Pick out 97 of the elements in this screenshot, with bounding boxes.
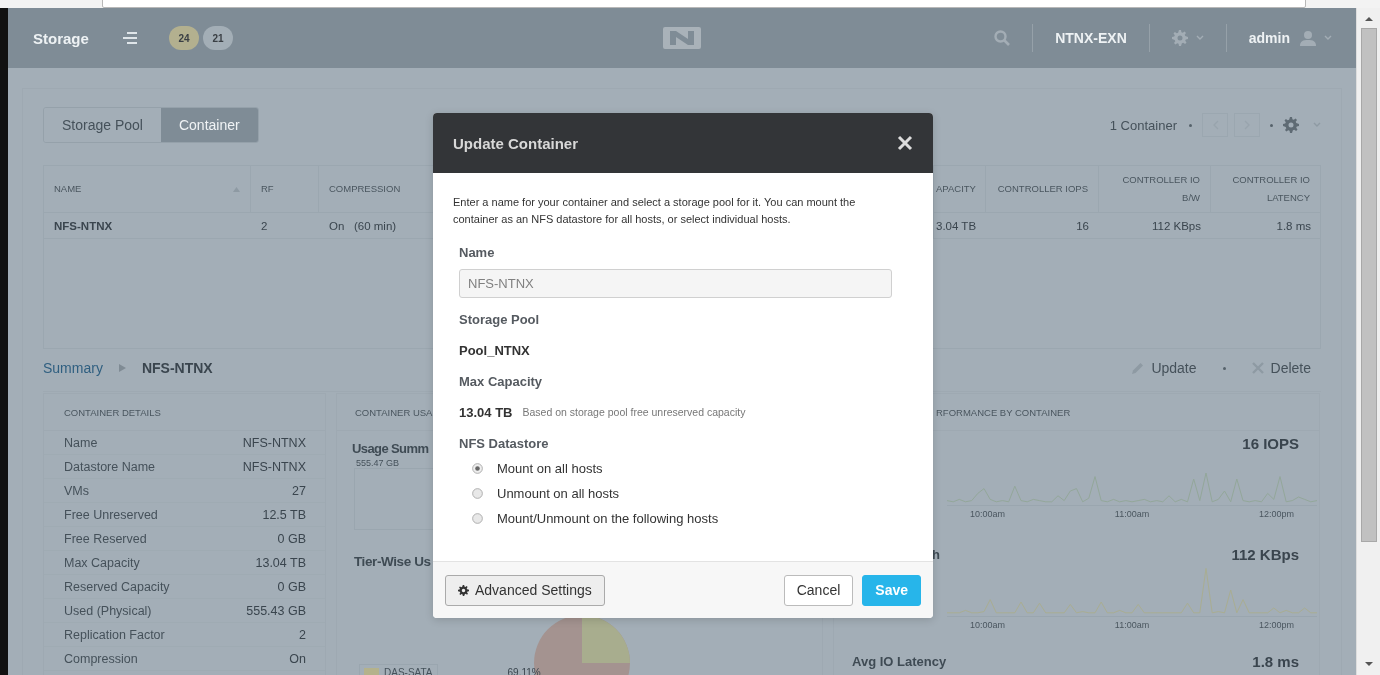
save-button[interactable]: Save bbox=[862, 574, 921, 606]
radio-option[interactable]: Unmount on all hosts bbox=[459, 481, 913, 506]
field-value: Pool_NTNX bbox=[459, 342, 530, 358]
table-cell: 1.8 ms bbox=[1276, 219, 1311, 232]
radio-label: Mount/Unmount on the following hosts bbox=[497, 511, 719, 526]
menu-icon[interactable] bbox=[123, 32, 137, 44]
table-cell: 2 bbox=[261, 219, 268, 232]
detail-label: Used (Physical) bbox=[64, 603, 152, 618]
detail-label: Max Capacity bbox=[64, 555, 140, 570]
column-header[interactable]: RF bbox=[251, 166, 319, 213]
field-label: Max Capacity bbox=[459, 373, 544, 391]
scrollbar-thumb[interactable] bbox=[1360, 28, 1377, 542]
detail-label: VMs bbox=[64, 483, 89, 498]
column-header[interactable]: CONTROLLER IO LATENCY bbox=[1211, 166, 1321, 213]
breadcrumb-current: NFS-NTNX bbox=[141, 360, 213, 376]
metric-label: Avg IO Latency bbox=[852, 653, 947, 669]
metric-label: h bbox=[931, 546, 940, 562]
metric-value: 16 IOPS bbox=[1242, 434, 1299, 452]
view-tab[interactable]: Container bbox=[160, 108, 258, 142]
radio-label: Mount on all hosts bbox=[497, 461, 603, 476]
gear-icon bbox=[1283, 117, 1299, 133]
detail-label: Replication Factor bbox=[64, 627, 165, 642]
radio-label: Unmount on all hosts bbox=[497, 486, 620, 501]
user-icon[interactable] bbox=[1300, 30, 1316, 46]
detail-value: 13.04 TB bbox=[255, 555, 306, 570]
detail-label: Reserved Capacity bbox=[64, 579, 170, 594]
column-header[interactable]: CONTROLLER IOPS bbox=[986, 166, 1099, 213]
update-button[interactable]: Update bbox=[1132, 360, 1197, 376]
radio-option[interactable]: Mount on all hosts bbox=[459, 456, 913, 481]
dialog-title: Update Container bbox=[453, 134, 578, 152]
radio-icon[interactable] bbox=[472, 488, 483, 499]
table-cell: On (60 min) bbox=[329, 219, 397, 232]
axis-tick: 10:00am bbox=[970, 620, 1006, 630]
caret-icon bbox=[1195, 35, 1204, 41]
caret-icon bbox=[1324, 35, 1332, 41]
item-count: 1 Container bbox=[1109, 117, 1177, 133]
axis-tick: 11:00am bbox=[1114, 509, 1150, 519]
tier-heading: Tier-Wise Us bbox=[354, 554, 431, 569]
detail-label: Name bbox=[64, 435, 98, 450]
alert-count[interactable]: 24 bbox=[169, 26, 199, 50]
detail-value: NFS-NTNX bbox=[242, 435, 306, 450]
detail-value: 0 GB bbox=[277, 531, 306, 546]
axis-tick: 12:00pm bbox=[1258, 620, 1294, 630]
table-cell: NFS-NTNX bbox=[54, 219, 113, 232]
axis-tick: 11:00am bbox=[1114, 620, 1150, 630]
detail-value: On bbox=[289, 651, 306, 666]
axis-tick: 12:00pm bbox=[1258, 509, 1294, 519]
detail-value: 0 GB bbox=[277, 579, 306, 594]
detail-label: Free Reserved bbox=[64, 531, 147, 546]
usage-heading: Usage Summ bbox=[351, 440, 429, 456]
dialog-description: Enter a name for your container and select a storage pool for it. You can mount the container as an NFS datastore for all hosts, or select individual hosts. bbox=[453, 195, 857, 227]
column-header[interactable]: NAME bbox=[44, 166, 251, 213]
field-label: Storage Pool bbox=[459, 311, 541, 329]
delete-button[interactable]: Delete bbox=[1251, 360, 1311, 376]
detail-value: 27 bbox=[292, 483, 306, 498]
search-icon[interactable] bbox=[994, 30, 1011, 46]
detail-value: 2 bbox=[299, 627, 306, 642]
detail-label: Datastore Name bbox=[64, 459, 155, 474]
scroll-up-icon[interactable] bbox=[1363, 14, 1374, 24]
table-cell: 112 KBps bbox=[1152, 219, 1201, 232]
logo-icon[interactable] bbox=[663, 27, 701, 49]
alert-count[interactable]: 21 bbox=[203, 26, 233, 50]
scroll-down-icon[interactable] bbox=[1363, 659, 1374, 669]
field-note: Based on storage pool free unreserved capacity bbox=[522, 406, 746, 418]
cluster-name[interactable]: NTNX-EXN bbox=[1055, 30, 1127, 46]
gear-icon bbox=[1171, 30, 1188, 46]
radio-icon[interactable] bbox=[472, 513, 483, 524]
detail-label: Free Unreserved bbox=[64, 507, 158, 522]
field-value: 13.04 TB bbox=[459, 404, 513, 420]
field-label: Name bbox=[459, 244, 496, 262]
gear-icon bbox=[458, 584, 469, 596]
panel-title: RFORMANCE BY CONTAINER bbox=[936, 406, 1071, 418]
table-cell: 3.04 TB bbox=[936, 219, 977, 232]
usage-value: 555.47 GB bbox=[356, 458, 400, 468]
user-name[interactable]: admin bbox=[1248, 30, 1290, 46]
metric-value: 1.8 ms bbox=[1252, 652, 1299, 670]
close-button[interactable] bbox=[897, 135, 913, 151]
field-label: NFS Datastore bbox=[459, 435, 550, 453]
table-cell: 16 bbox=[1076, 219, 1089, 232]
summary-link[interactable]: Summary bbox=[43, 360, 103, 376]
panel-title: CONTAINER USA bbox=[355, 406, 433, 418]
panel-title: CONTAINER DETAILS bbox=[64, 406, 161, 418]
detail-value: 555.43 GB bbox=[246, 603, 306, 618]
column-header[interactable]: APACITY bbox=[934, 166, 986, 213]
detail-value: 12.5 TB bbox=[262, 507, 306, 522]
close-icon bbox=[897, 135, 913, 151]
cancel-button[interactable]: Cancel bbox=[783, 574, 854, 606]
detail-label: Compression bbox=[64, 651, 138, 666]
detail-value: NFS-NTNX bbox=[242, 459, 306, 474]
advanced-settings-button[interactable]: Advanced Settings bbox=[445, 574, 605, 606]
axis-tick: 10:00am bbox=[970, 509, 1006, 519]
page-title: Storage bbox=[33, 29, 90, 47]
triangle-right-icon bbox=[118, 364, 126, 372]
radio-icon[interactable] bbox=[472, 463, 483, 474]
column-header[interactable]: CONTROLLER IO B/W bbox=[1099, 166, 1211, 213]
metric-value: 112 KBps bbox=[1231, 545, 1299, 563]
radio-option[interactable]: Mount/Unmount on the following hosts bbox=[459, 506, 913, 531]
